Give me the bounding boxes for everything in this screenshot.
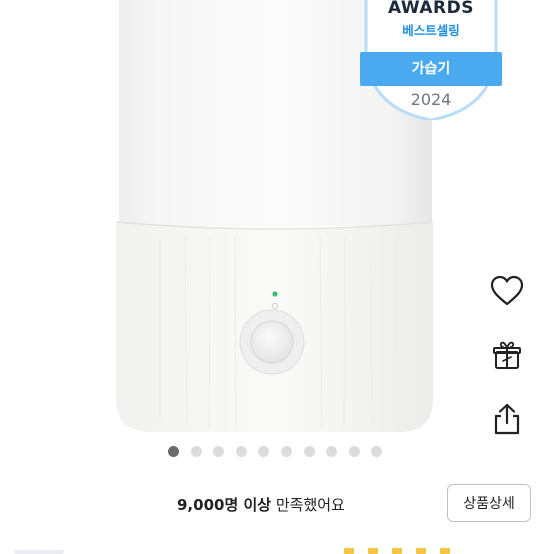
carousel-dot[interactable] — [303, 446, 315, 457]
award-year: 2024 — [410, 90, 452, 109]
star-icon — [368, 548, 378, 554]
rating-stars-peek — [344, 548, 450, 554]
product-image-gallery[interactable]: AWARDS 베스트셀링 가습기 2024 — [0, 0, 554, 440]
product-detail-button[interactable]: 상품상세 — [447, 484, 531, 522]
award-title: AWARDS — [388, 0, 474, 18]
carousel-dot[interactable] — [235, 446, 247, 457]
wishlist-button[interactable] — [484, 268, 530, 314]
carousel-dot[interactable] — [190, 446, 202, 457]
carousel-indicator — [168, 446, 383, 457]
carousel-dot[interactable] — [280, 446, 292, 457]
satisfaction-count: 9,000명 이상 — [177, 496, 272, 514]
share-icon — [494, 403, 520, 435]
star-icon — [440, 548, 450, 554]
cut-off-content — [14, 550, 64, 554]
carousel-dot[interactable] — [326, 446, 338, 457]
share-button[interactable] — [484, 396, 530, 442]
carousel-dot[interactable] — [213, 446, 225, 457]
gift-icon — [493, 341, 521, 369]
star-icon — [392, 548, 402, 554]
bestseller-award-badge: AWARDS 베스트셀링 가습기 2024 — [358, 0, 504, 120]
award-category-ribbon: 가습기 — [360, 52, 502, 86]
star-icon — [344, 548, 354, 554]
carousel-dot[interactable] — [371, 446, 383, 457]
carousel-dot[interactable] — [258, 446, 270, 457]
satisfaction-text: 만족했어요 — [275, 496, 345, 514]
heart-icon — [490, 275, 524, 306]
gift-button[interactable] — [484, 332, 530, 378]
carousel-dot[interactable] — [168, 446, 179, 457]
carousel-dot[interactable] — [348, 446, 360, 457]
award-subtitle: 베스트셀링 — [402, 23, 460, 38]
star-icon — [416, 548, 426, 554]
satisfaction-summary: 9,000명 이상 만족했어요 — [177, 494, 345, 515]
